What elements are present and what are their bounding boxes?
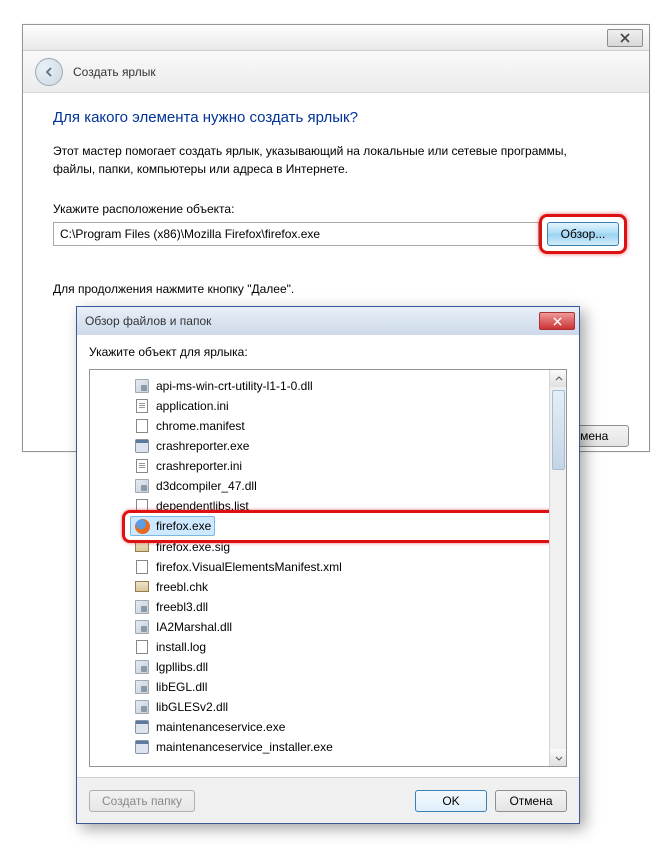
file-name: freebl.chk	[156, 580, 208, 594]
file-name: lgpllibs.dll	[156, 660, 208, 674]
wizard-heading: Для какого элемента нужно создать ярлык?	[53, 109, 619, 126]
exe-icon	[134, 739, 150, 755]
file-item[interactable]: chrome.manifest	[130, 416, 566, 436]
file-item[interactable]: api-ms-win-crt-utility-l1-1-0.dll	[130, 376, 566, 396]
file-name: maintenanceservice_installer.exe	[156, 740, 333, 754]
wizard-header: Создать ярлык	[23, 51, 649, 93]
exe-icon	[134, 438, 150, 454]
scroll-up-button[interactable]	[550, 370, 567, 387]
file-item[interactable]: dependentlibs.list	[130, 496, 566, 516]
file-item[interactable]: crashreporter.ini	[130, 456, 566, 476]
file-name: firefox.exe.sig	[156, 540, 230, 554]
browse-button[interactable]: Обзор...	[547, 222, 619, 246]
file-name: maintenanceservice.exe	[156, 720, 285, 734]
dll-icon	[134, 619, 150, 635]
xml-icon	[134, 559, 150, 575]
file-item[interactable]: lgpllibs.dll	[130, 657, 566, 677]
file-item[interactable]: maintenanceservice_installer.exe	[130, 737, 566, 757]
browse-cancel-button[interactable]: Отмена	[495, 790, 567, 812]
file-name: d3dcompiler_47.dll	[156, 479, 257, 493]
continue-hint: Для продолжения нажмите кнопку "Далее".	[53, 282, 619, 296]
file-name: api-ms-win-crt-utility-l1-1-0.dll	[156, 379, 313, 393]
dialog-actions: OK Отмена	[415, 790, 567, 812]
ini-icon	[134, 398, 150, 414]
scroll-thumb[interactable]	[552, 390, 565, 470]
file-item[interactable]: install.log	[130, 637, 566, 657]
file-name: chrome.manifest	[156, 419, 245, 433]
ok-button[interactable]: OK	[415, 790, 487, 812]
back-button[interactable]	[35, 58, 63, 86]
dll-icon	[134, 659, 150, 675]
browse-dialog: Обзор файлов и папок Укажите объект для …	[76, 306, 580, 824]
file-item[interactable]: crashreporter.exe	[130, 436, 566, 456]
ini-icon	[134, 458, 150, 474]
dll-icon	[134, 699, 150, 715]
browse-button-wrap: Обзор...	[547, 222, 619, 246]
file-item[interactable]: maintenanceservice.exe	[130, 717, 566, 737]
man-icon	[134, 418, 150, 434]
create-folder-button[interactable]: Создать папку	[89, 790, 195, 812]
file-name: libGLESv2.dll	[156, 700, 228, 714]
file-name: freebl3.dll	[156, 600, 208, 614]
txt-icon	[134, 639, 150, 655]
file-name: firefox.exe	[156, 519, 211, 533]
location-input[interactable]	[53, 222, 539, 246]
window-titlebar	[23, 25, 649, 51]
file-item[interactable]: IA2Marshal.dll	[130, 617, 566, 637]
file-item[interactable]: application.ini	[130, 396, 566, 416]
dll-icon	[134, 679, 150, 695]
file-item[interactable]: firefox.VisualElementsManifest.xml	[130, 557, 566, 577]
dll-icon	[134, 478, 150, 494]
file-item[interactable]: firefox.exe.sig	[130, 537, 566, 557]
dll-icon	[134, 599, 150, 615]
wizard-body: Для какого элемента нужно создать ярлык?…	[23, 93, 649, 320]
txt-icon	[134, 498, 150, 514]
file-item[interactable]: freebl3.dll	[130, 597, 566, 617]
file-name: dependentlibs.list	[156, 499, 249, 513]
file-name: install.log	[156, 640, 206, 654]
file-name: crashreporter.ini	[156, 459, 242, 473]
wizard-title: Создать ярлык	[73, 65, 156, 79]
browse-body: Укажите объект для ярлыка: api-ms-win-cr…	[77, 335, 579, 767]
file-item[interactable]: d3dcompiler_47.dll	[130, 476, 566, 496]
close-icon	[620, 33, 630, 43]
firefox-icon	[134, 518, 150, 534]
browse-footer: Создать папку OK Отмена	[77, 777, 579, 823]
window-close-button[interactable]	[607, 29, 643, 47]
file-name: crashreporter.exe	[156, 439, 249, 453]
file-name: libEGL.dll	[156, 680, 207, 694]
file-item[interactable]: firefox.exe	[130, 516, 215, 536]
file-item[interactable]: libEGL.dll	[130, 677, 566, 697]
wizard-description-line1: Этот мастер помогает создать ярлык, указ…	[53, 144, 619, 158]
chevron-up-icon	[555, 375, 563, 383]
scrollbar[interactable]	[549, 370, 566, 766]
wizard-description-line2: файлы, папки, компьютеры или адреса в Ин…	[53, 162, 619, 176]
browse-instruction: Укажите объект для ярлыка:	[89, 345, 567, 359]
file-item[interactable]: libGLESv2.dll	[130, 697, 566, 717]
browse-titlebar: Обзор файлов и папок	[77, 307, 579, 335]
sig-icon	[134, 539, 150, 555]
chevron-down-icon	[555, 754, 563, 762]
file-name: firefox.VisualElementsManifest.xml	[156, 560, 342, 574]
sig-icon	[134, 579, 150, 595]
file-name: application.ini	[156, 399, 229, 413]
browse-dialog-title: Обзор файлов и папок	[85, 314, 211, 328]
location-row: Обзор...	[53, 222, 619, 246]
scroll-down-button[interactable]	[550, 749, 567, 766]
exe-icon	[134, 719, 150, 735]
arrow-left-icon	[43, 66, 55, 78]
file-list: api-ms-win-crt-utility-l1-1-0.dll applica…	[89, 369, 567, 767]
browse-close-button[interactable]	[539, 312, 575, 330]
close-icon	[553, 317, 562, 326]
file-item[interactable]: freebl.chk	[130, 577, 566, 597]
file-name: IA2Marshal.dll	[156, 620, 232, 634]
dll-icon	[134, 378, 150, 394]
location-label: Укажите расположение объекта:	[53, 202, 619, 216]
